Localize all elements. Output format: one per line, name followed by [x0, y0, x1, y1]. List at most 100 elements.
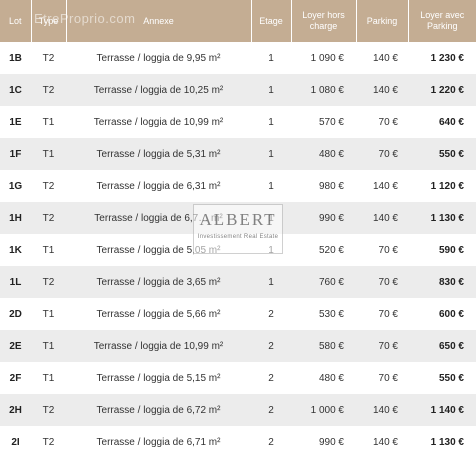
cell-lot: 1G: [0, 170, 31, 202]
table-row: 2F T1 Terrasse / loggia de 5,15 m² 2 480 €70…: [0, 362, 476, 394]
table-row: 1E T1 Terrasse / loggia de 10,99 m² 1 570 €7…: [0, 106, 476, 138]
table-row: 1F T1 Terrasse / loggia de 5,31 m² 1 480 €70…: [0, 138, 476, 170]
cell-loyer-hors-charge: 980 €: [291, 170, 356, 202]
cell-loyer-hors-charge: 480 €: [291, 362, 356, 394]
cell-type: T2: [31, 426, 66, 458]
cell-loyer-hors-charge: 480 €: [291, 138, 356, 170]
cell-type: T2: [31, 74, 66, 106]
cell-parking: 70 €: [356, 106, 408, 138]
cell-lot: 1L: [0, 266, 31, 298]
cell-loyer-hors-charge: 580 €: [291, 330, 356, 362]
cell-type: T2: [31, 42, 66, 74]
table-row: 2H T2 Terrasse / loggia de 6,72 m² 2 1 000 €…: [0, 394, 476, 426]
cell-annexe: Terrasse / loggia de 5,15 m²: [66, 362, 251, 394]
cell-annexe: Terrasse / loggia de 6,31 m²: [66, 170, 251, 202]
cell-type: T2: [31, 170, 66, 202]
cell-loyer-hors-charge: 990 €: [291, 202, 356, 234]
table-row: 1B T2 Terrasse / loggia de 9,95 m² 1 1 090 €…: [0, 42, 476, 74]
lots-table: Lot Type Annexe Etage Loyer hors charge …: [0, 0, 476, 458]
cell-annexe: Terrasse / loggia de 5,66 m²: [66, 298, 251, 330]
cell-loyer-avec-parking: 1 230 €: [408, 42, 476, 74]
cell-etage: 1: [251, 138, 291, 170]
cell-parking: 70 €: [356, 362, 408, 394]
cell-etage: 1: [251, 266, 291, 298]
cell-loyer-avec-parking: 1 120 €: [408, 170, 476, 202]
cell-loyer-hors-charge: 990 €: [291, 426, 356, 458]
cell-loyer-avec-parking: 550 €: [408, 362, 476, 394]
cell-lot: 1F: [0, 138, 31, 170]
cell-lot: 1K: [0, 234, 31, 266]
cell-loyer-avec-parking: 1 130 €: [408, 202, 476, 234]
cell-annexe: Terrasse / loggia de 3,65 m²: [66, 266, 251, 298]
cell-loyer-avec-parking: 830 €: [408, 266, 476, 298]
table-row: 2E T1 Terrasse / loggia de 10,99 m² 2 580 €7…: [0, 330, 476, 362]
cell-parking: 70 €: [356, 138, 408, 170]
cell-type: T1: [31, 234, 66, 266]
cell-type: T1: [31, 106, 66, 138]
cell-etage: 1: [251, 170, 291, 202]
cell-annexe: Terrasse / loggia de 6,72 m²: [66, 394, 251, 426]
cell-type: T2: [31, 394, 66, 426]
cell-loyer-avec-parking: 1 140 €: [408, 394, 476, 426]
cell-etage: 1: [251, 234, 291, 266]
cell-lot: 2F: [0, 362, 31, 394]
cell-parking: 140 €: [356, 170, 408, 202]
cell-lot: 1C: [0, 74, 31, 106]
cell-annexe: Terrasse / loggia de 10,99 m²: [66, 330, 251, 362]
cell-parking: 70 €: [356, 330, 408, 362]
table-header: Lot Type Annexe Etage Loyer hors charge …: [0, 0, 476, 42]
table-row: 1G T2 Terrasse / loggia de 6,31 m² 1 980 €14…: [0, 170, 476, 202]
cell-etage: 1: [251, 202, 291, 234]
cell-type: T1: [31, 138, 66, 170]
cell-annexe: Terrasse / loggia de 10,99 m²: [66, 106, 251, 138]
cell-parking: 70 €: [356, 266, 408, 298]
cell-annexe: Terrasse / loggia de 5,31 m²: [66, 138, 251, 170]
cell-etage: 1: [251, 74, 291, 106]
table-row: 2D T1 Terrasse / loggia de 5,66 m² 2 530 €70…: [0, 298, 476, 330]
cell-etage: 1: [251, 106, 291, 138]
cell-parking: 140 €: [356, 394, 408, 426]
cell-loyer-avec-parking: 650 €: [408, 330, 476, 362]
cell-loyer-avec-parking: 1 220 €: [408, 74, 476, 106]
cell-loyer-hors-charge: 530 €: [291, 298, 356, 330]
header-type: Type: [31, 0, 67, 42]
header-lot: Lot: [0, 0, 32, 42]
cell-etage: 2: [251, 426, 291, 458]
table-row: 1L T2 Terrasse / loggia de 3,65 m² 1 760 €70…: [0, 266, 476, 298]
cell-annexe: Terrasse / loggia de 5,05 m²: [66, 234, 251, 266]
cell-type: T1: [31, 330, 66, 362]
cell-parking: 70 €: [356, 298, 408, 330]
cell-lot: 1H: [0, 202, 31, 234]
cell-annexe: Terrasse / loggia de 6,71 m²: [66, 426, 251, 458]
table-row: 2I T2 Terrasse / loggia de 6,71 m² 2 990 €14…: [0, 426, 476, 458]
header-parking: Parking: [356, 0, 409, 42]
cell-parking: 140 €: [356, 42, 408, 74]
cell-lot: 2E: [0, 330, 31, 362]
cell-lot: 1E: [0, 106, 31, 138]
cell-loyer-hors-charge: 1 080 €: [291, 74, 356, 106]
cell-annexe: Terrasse / loggia de 6,7… m²: [66, 202, 251, 234]
table-row: 1C T2 Terrasse / loggia de 10,25 m² 1 1 080 …: [0, 74, 476, 106]
table-body: 1B T2 Terrasse / loggia de 9,95 m² 1 1 090 €…: [0, 42, 476, 458]
table-row: 1K T1 Terrasse / loggia de 5,05 m² 1 520 €70…: [0, 234, 476, 266]
cell-lot: 2D: [0, 298, 31, 330]
cell-loyer-hors-charge: 1 000 €: [291, 394, 356, 426]
cell-etage: 2: [251, 298, 291, 330]
cell-etage: 2: [251, 394, 291, 426]
cell-type: T2: [31, 202, 66, 234]
cell-type: T2: [31, 266, 66, 298]
cell-etage: 1: [251, 42, 291, 74]
cell-loyer-hors-charge: 760 €: [291, 266, 356, 298]
cell-type: T1: [31, 362, 66, 394]
table-row: 1H T2 Terrasse / loggia de 6,7… m² 1 990 €14…: [0, 202, 476, 234]
cell-loyer-avec-parking: 600 €: [408, 298, 476, 330]
cell-loyer-hors-charge: 520 €: [291, 234, 356, 266]
cell-annexe: Terrasse / loggia de 9,95 m²: [66, 42, 251, 74]
cell-loyer-avec-parking: 590 €: [408, 234, 476, 266]
cell-loyer-hors-charge: 1 090 €: [291, 42, 356, 74]
cell-lot: 2H: [0, 394, 31, 426]
cell-parking: 140 €: [356, 74, 408, 106]
cell-lot: 2I: [0, 426, 31, 458]
header-loyer-avec-parking: Loyer avec Parking: [408, 0, 476, 42]
cell-parking: 140 €: [356, 202, 408, 234]
